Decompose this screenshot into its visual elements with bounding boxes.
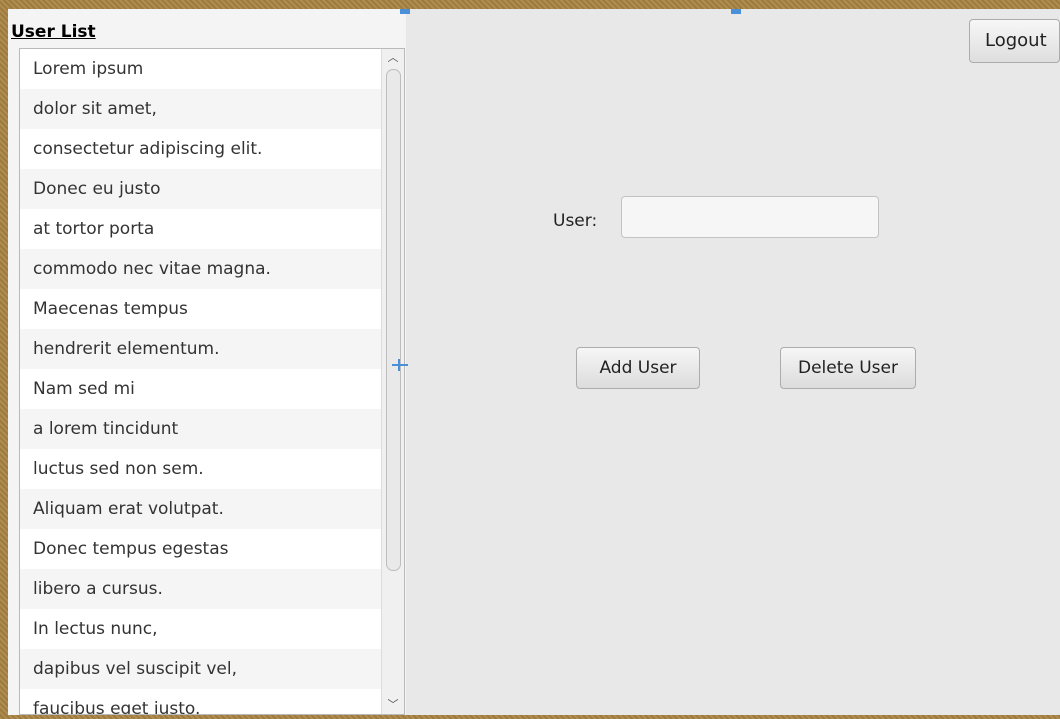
list-item[interactable]: In lectus nunc, — [20, 609, 381, 649]
user-list[interactable]: Lorem ipsum dolor sit amet, consectetur ad… — [19, 48, 405, 715]
list-item[interactable]: Donec tempus egestas — [20, 529, 381, 569]
list-item[interactable]: hendrerit elementum. — [20, 329, 381, 369]
user-field-label: User: — [553, 211, 598, 231]
split-divider-handle[interactable] — [392, 364, 408, 366]
add-user-button[interactable]: Add User — [576, 347, 700, 389]
scrollbar-thumb[interactable] — [386, 69, 401, 571]
chevron-down-icon[interactable]: ﹀ — [382, 696, 404, 714]
user-input[interactable] — [621, 196, 879, 238]
list-item[interactable]: luctus sed non sem. — [20, 449, 381, 489]
layout-guide-marker — [400, 9, 410, 14]
user-list-panel: User List Lorem ipsum dolor sit amet, cons… — [8, 9, 406, 715]
list-item[interactable]: Nam sed mi — [20, 369, 381, 409]
delete-user-button[interactable]: Delete User — [780, 347, 916, 389]
list-item[interactable]: faucibus eget justo. — [20, 689, 381, 714]
list-item[interactable]: dolor sit amet, — [20, 89, 381, 129]
window-frame: User List Lorem ipsum dolor sit amet, cons… — [0, 0, 1060, 719]
list-item[interactable]: Aliquam erat volutpat. — [20, 489, 381, 529]
logout-button[interactable]: Logout — [969, 19, 1060, 63]
list-item[interactable]: Donec eu justo — [20, 169, 381, 209]
list-item[interactable]: a lorem tincidunt — [20, 409, 381, 449]
list-scrollbar[interactable]: ︿ ﹀ — [381, 49, 404, 714]
list-item[interactable]: commodo nec vitae magna. — [20, 249, 381, 289]
chevron-up-icon[interactable]: ︿ — [382, 49, 404, 67]
list-item[interactable]: Lorem ipsum — [20, 49, 381, 89]
list-item[interactable]: dapibus vel suscipit vel, — [20, 649, 381, 689]
list-item[interactable]: Maecenas tempus — [20, 289, 381, 329]
list-item[interactable]: at tortor porta — [20, 209, 381, 249]
user-list-items: Lorem ipsum dolor sit amet, consectetur ad… — [20, 49, 381, 714]
user-list-title: User List — [11, 22, 96, 42]
layout-guide-marker — [731, 9, 741, 14]
list-item[interactable]: consectetur adipiscing elit. — [20, 129, 381, 169]
list-item[interactable]: libero a cursus. — [20, 569, 381, 609]
split-divider-tick — [398, 359, 400, 371]
app-window: User List Lorem ipsum dolor sit amet, cons… — [8, 9, 1060, 715]
